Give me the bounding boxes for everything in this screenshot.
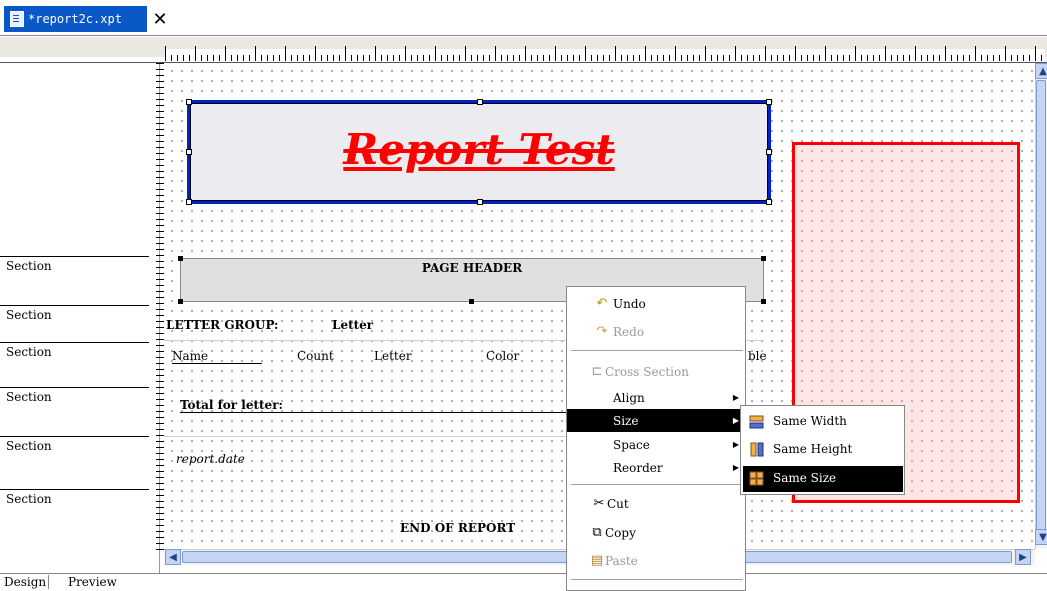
size-submenu: Same Width Same Height Same Size [740, 405, 905, 495]
menu-item-paste[interactable]: ▤ Paste [567, 549, 745, 572]
scissors-icon: ✂ [593, 496, 605, 511]
resize-handle[interactable] [186, 199, 192, 205]
cross-section-icon: ⊏ [591, 364, 603, 379]
end-of-report-label[interactable]: END OF REPORT [400, 521, 515, 535]
resize-handle[interactable] [186, 99, 192, 105]
tab-design[interactable]: Design [2, 575, 50, 589]
copy-icon: ⧉ [592, 525, 602, 540]
resize-handle[interactable] [477, 99, 483, 105]
close-tab-icon[interactable]: ✕ [150, 8, 170, 30]
menu-separator [571, 350, 743, 351]
selection-handle[interactable] [761, 299, 766, 304]
section-label[interactable]: Section [0, 256, 149, 275]
scroll-left-icon[interactable]: ◀ [165, 549, 181, 565]
submenu-arrow-icon: ▶ [732, 463, 739, 472]
vertical-ruler [156, 63, 164, 553]
page-header-label: PAGE HEADER [421, 261, 523, 275]
section-label[interactable]: Section [0, 387, 149, 406]
report-date-field[interactable]: report.date [176, 452, 245, 466]
total-for-letter-label[interactable]: Total for letter: [180, 398, 566, 413]
partial-column-label[interactable]: ble [748, 349, 767, 363]
section-label[interactable]: Section [0, 305, 149, 324]
letter-column-label[interactable]: Letter [374, 349, 412, 363]
selection-handle[interactable] [178, 256, 183, 261]
context-menu: ↶ Undo ↷ Redo ⊏ Cross Section Align ▶ Si… [566, 286, 746, 591]
resize-handle[interactable] [186, 149, 192, 155]
letter-field[interactable]: Letter [332, 318, 373, 332]
same-height-icon [750, 442, 764, 457]
selection-handle[interactable] [178, 299, 183, 304]
submenu-arrow-icon: ▶ [732, 416, 739, 425]
horizontal-ruler-major-ticks [165, 46, 1045, 61]
same-width-icon [749, 415, 764, 429]
editor-mode-bar [0, 573, 1047, 591]
letter-group-label[interactable]: LETTER GROUP: [166, 318, 278, 332]
tab-title: *report2c.xpt [28, 12, 122, 26]
menu-item-align[interactable]: Align ▶ [567, 386, 745, 409]
menu-item-copy[interactable]: ⧉ Copy [567, 521, 745, 544]
scroll-right-icon[interactable]: ▶ [1015, 549, 1031, 565]
menu-item-same-width[interactable]: Same Width [743, 409, 903, 435]
selection-handle[interactable] [761, 256, 766, 261]
redo-icon: ↷ [596, 324, 608, 339]
menu-separator [571, 484, 743, 485]
paste-icon: ▤ [590, 553, 604, 568]
resize-handle[interactable] [766, 99, 772, 105]
menu-item-cut[interactable]: ✂ Cut [567, 492, 745, 515]
menu-item-same-height[interactable]: Same Height [743, 437, 903, 463]
report-title: Report Test [343, 125, 615, 174]
name-column-label[interactable]: Name [172, 349, 262, 364]
menu-item-undo[interactable]: ↶ Undo [567, 292, 745, 315]
resize-handle[interactable] [766, 199, 772, 205]
submenu-arrow-icon: ▶ [732, 440, 739, 449]
undo-icon: ↶ [596, 296, 608, 311]
menu-separator [571, 579, 743, 580]
scroll-up-icon[interactable]: ▲ [1035, 63, 1047, 79]
resize-handle[interactable] [766, 149, 772, 155]
section-label[interactable]: Section [0, 342, 149, 361]
selection-handle[interactable] [469, 299, 474, 304]
menu-item-space[interactable]: Space ▶ [567, 433, 745, 456]
section-label[interactable]: Section [0, 489, 149, 508]
menu-item-same-size[interactable]: Same Size [743, 466, 903, 492]
menu-item-reorder[interactable]: Reorder ▶ [567, 456, 745, 479]
menu-item-redo[interactable]: ↷ Redo [567, 320, 745, 343]
tab-preview[interactable]: Preview [66, 575, 119, 589]
section-label[interactable]: Section [0, 436, 149, 455]
vertical-scroll-thumb[interactable] [1036, 80, 1046, 530]
menu-item-size[interactable]: Size ▶ [567, 409, 745, 432]
report-title-element[interactable]: Report Test [186, 99, 772, 205]
scroll-down-icon[interactable]: ▼ [1035, 529, 1047, 545]
report-file-icon [10, 11, 24, 27]
count-column-label[interactable]: Count [297, 349, 334, 363]
menu-item-cross-section[interactable]: ⊏ Cross Section [567, 360, 745, 383]
sections-panel: Section Section Section Section Section … [0, 63, 160, 573]
tab-report2c[interactable]: *report2c.xpt [4, 6, 147, 32]
submenu-arrow-icon: ▶ [732, 393, 739, 402]
color-column-label[interactable]: Color [486, 349, 519, 363]
same-size-icon [749, 471, 764, 486]
resize-handle[interactable] [477, 199, 483, 205]
